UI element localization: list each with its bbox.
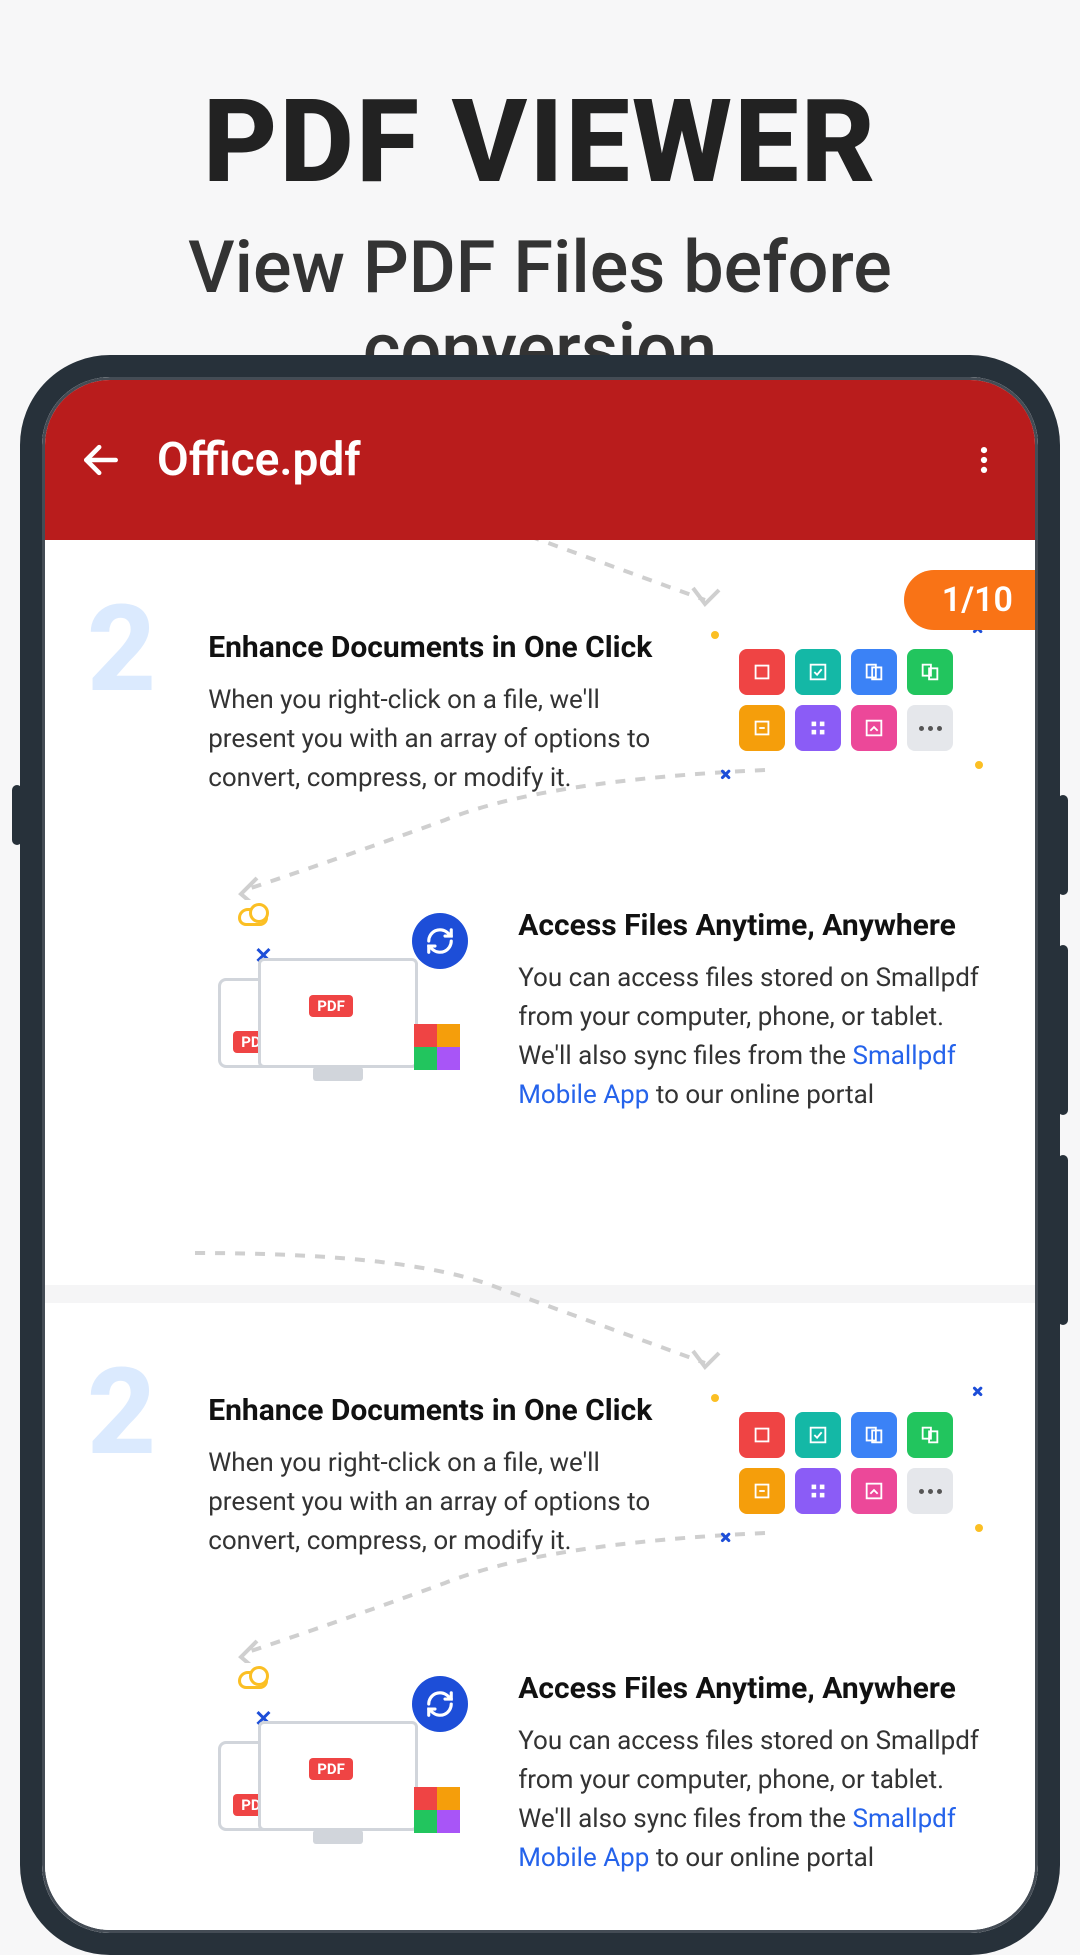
ghost-number: 3 <box>45 1621 48 1761</box>
tool-tile-icon <box>851 649 897 695</box>
ghost-number: 3 <box>45 858 48 998</box>
cloud-icon <box>238 1671 268 1689</box>
tool-tile-icon <box>795 1412 841 1458</box>
color-grid-icon <box>414 1787 460 1833</box>
section-heading: Enhance Documents in One Click <box>208 1393 671 1428</box>
sync-icon <box>412 1676 468 1732</box>
section-heading: Access Files Anytime, Anywhere <box>518 908 981 943</box>
pdf-page: 2 Enhance Documents in One Click When yo… <box>45 1303 1035 1930</box>
more-vert-icon[interactable] <box>967 443 1001 477</box>
section-body: When you right-click on a file, we'll pr… <box>208 681 671 798</box>
tool-tile-icon <box>739 649 785 695</box>
back-arrow-icon[interactable] <box>79 438 123 482</box>
phone-mockup: Office.pdf 1/10 <box>20 355 1060 1955</box>
ghost-number: 2 <box>87 1343 156 1483</box>
promo-title: PDF VIEWER <box>0 80 1080 207</box>
ghost-number: 2 <box>87 580 156 720</box>
tool-tile-more-icon <box>907 1468 953 1514</box>
tool-tile-more-icon <box>907 705 953 751</box>
color-grid-icon <box>414 1024 460 1070</box>
cloud-icon <box>238 908 268 926</box>
tool-tile-icon <box>907 649 953 695</box>
feature-section: 3 ✕ PDF PDF <box>99 908 981 1115</box>
pdf-badge-icon: PDF <box>309 995 353 1017</box>
tool-tile-icon <box>739 1412 785 1458</box>
tool-tile-icon <box>851 705 897 751</box>
tool-tile-icon <box>739 1468 785 1514</box>
pdf-page: 2 Enhance Documents in One Click When yo… <box>45 540 1035 1285</box>
feature-section: 2 Enhance Documents in One Click When yo… <box>99 1393 981 1561</box>
tool-tile-icon <box>739 705 785 751</box>
tools-illustration <box>711 630 981 770</box>
section-body: You can access files stored on Smallpdf … <box>518 1722 981 1878</box>
app-bar: Office.pdf <box>45 380 1035 540</box>
feature-section: 3 ✕ PDF PDF <box>99 1671 981 1878</box>
tools-illustration <box>711 1393 981 1533</box>
tool-tile-icon <box>851 1412 897 1458</box>
document-title: Office.pdf <box>157 433 967 487</box>
feature-section: 2 Enhance Documents in One Click When yo… <box>99 630 981 798</box>
tool-tile-icon <box>795 649 841 695</box>
sync-icon <box>412 913 468 969</box>
section-body: When you right-click on a file, we'll pr… <box>208 1444 671 1561</box>
tool-tile-icon <box>851 1468 897 1514</box>
connector-path <box>145 540 845 620</box>
tool-tile-icon <box>907 1412 953 1458</box>
page-indicator: 1/10 <box>904 570 1035 630</box>
pdf-badge-icon: PDF <box>309 1758 353 1780</box>
section-heading: Access Files Anytime, Anywhere <box>518 1671 981 1706</box>
tool-tile-icon <box>795 1468 841 1514</box>
pdf-viewport[interactable]: 1/10 2 Enhance Documents in One Click Wh… <box>45 540 1035 1930</box>
section-body: You can access files stored on Smallpdf … <box>518 959 981 1115</box>
tool-tile-icon <box>795 705 841 751</box>
devices-illustration: ✕ PDF PDF <box>208 908 478 1078</box>
devices-illustration: ✕ PDF PDF <box>208 1671 478 1841</box>
section-heading: Enhance Documents in One Click <box>208 630 671 665</box>
